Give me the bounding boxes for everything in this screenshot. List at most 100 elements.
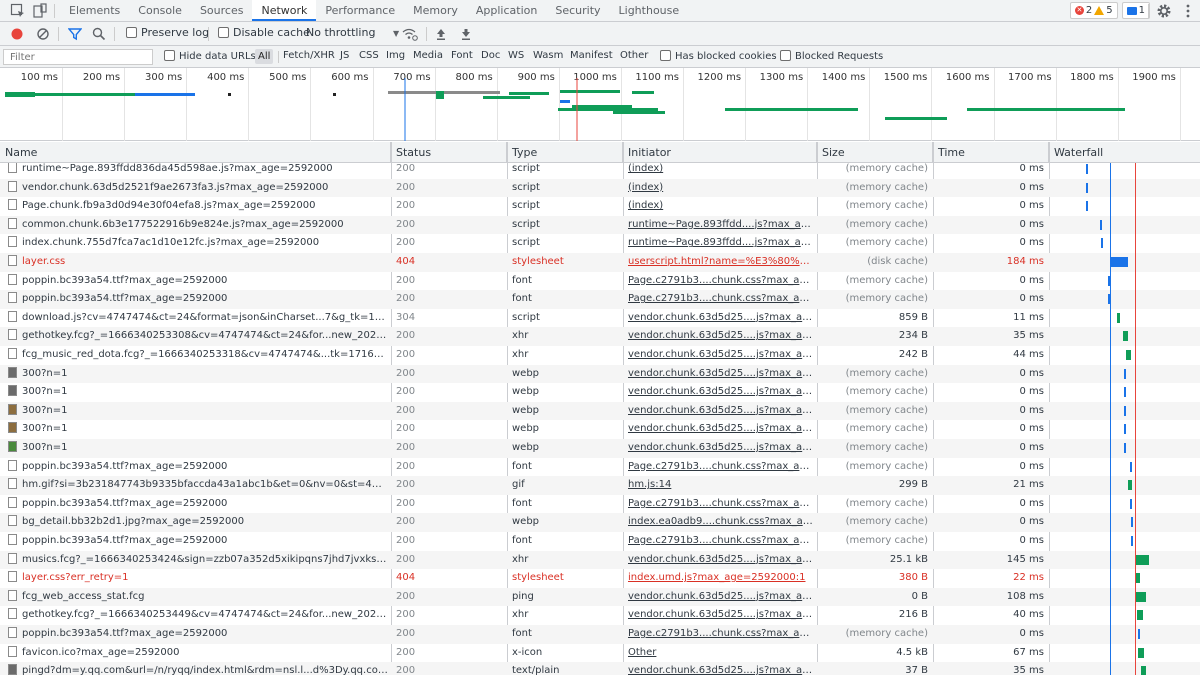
timeline-overview[interactable]: 100 ms 200 ms 300 ms 400 ms 500 ms 600 ms 700 …: [0, 68, 1200, 141]
request-name-cell[interactable]: poppin.bc393a54.ttf?max_age=2592000: [8, 625, 388, 643]
table-row[interactable]: hm.gif?si=3b231847743b9335bfaccda43a1abc…: [0, 476, 1200, 495]
filter-type-fetch-xhr[interactable]: Fetch/XHR: [283, 50, 335, 61]
waterfall-bar[interactable]: [1117, 312, 1120, 323]
table-row[interactable]: musics.fcg?_=1666340253424&sign=zzb07a35…: [0, 550, 1200, 570]
device-toolbar-icon[interactable]: [32, 3, 48, 19]
request-name-cell[interactable]: poppin.bc393a54.ttf?max_age=2592000: [8, 495, 388, 513]
tab-security[interactable]: Security: [546, 0, 609, 21]
request-initiator[interactable]: index.umd.js?max_age=2592000:1: [623, 569, 813, 587]
request-name-cell[interactable]: 300?n=1: [8, 420, 388, 438]
tab-lighthouse[interactable]: Lighthouse: [610, 0, 689, 21]
waterfall-bar[interactable]: [1086, 182, 1088, 193]
request-initiator[interactable]: vendor.chunk.63d5d25....js?max_age=...: [623, 365, 813, 383]
table-row[interactable]: index.chunk.755d7fca7ac1d10e12fc.js?max_…: [0, 234, 1200, 253]
request-name-cell[interactable]: layer.css: [8, 253, 388, 271]
request-name-cell[interactable]: hm.gif?si=3b231847743b9335bfaccda43a1abc…: [8, 476, 388, 494]
request-name-cell[interactable]: 300?n=1: [8, 383, 388, 401]
waterfall-bar[interactable]: [1131, 536, 1133, 546]
table-row[interactable]: pingd?dm=y.qq.com&url=/n/ryqq/index.html…: [0, 662, 1200, 675]
table-row[interactable]: 300?n=1 200 webp vendor.chunk.63d5d25....js…: [0, 439, 1200, 458]
table-row[interactable]: fcg_music_red_dota.fcg?_=1666340253318&c…: [0, 346, 1200, 365]
waterfall-bar[interactable]: [1086, 164, 1088, 174]
table-row[interactable]: Page.chunk.fb9a3d0d94e30f04efa8.js?max_a…: [0, 197, 1200, 216]
request-initiator[interactable]: Page.c2791b3....chunk.css?max_age=2...: [623, 458, 813, 476]
request-initiator[interactable]: vendor.chunk.63d5d25....js?max_age=...: [623, 420, 813, 438]
filter-input[interactable]: [3, 49, 153, 65]
column-header-name[interactable]: Name: [0, 142, 391, 163]
blocked-requests-box[interactable]: [780, 50, 791, 61]
waterfall-bar[interactable]: [1124, 443, 1126, 453]
waterfall-bar[interactable]: [1123, 331, 1128, 342]
filter-type-media[interactable]: Media: [413, 50, 443, 61]
request-initiator[interactable]: index.ea0adb9....chunk.css?max_age=...: [623, 513, 813, 531]
table-row[interactable]: poppin.bc393a54.ttf?max_age=2592000 200 fo…: [0, 290, 1200, 309]
table-row[interactable]: poppin.bc393a54.ttf?max_age=2592000 200 fo…: [0, 458, 1200, 477]
errors-warnings-badge[interactable]: ✕ 2 5: [1069, 2, 1118, 19]
request-name-cell[interactable]: fcg_music_red_dota.fcg?_=1666340253318&c…: [8, 346, 388, 364]
request-name-cell[interactable]: poppin.bc393a54.ttf?max_age=2592000: [8, 272, 388, 290]
table-row[interactable]: common.chunk.6b3e177522916b9e824e.js?max…: [0, 215, 1200, 235]
request-name-cell[interactable]: favicon.ico?max_age=2592000: [8, 644, 388, 662]
disable-cache-box[interactable]: [218, 27, 229, 38]
request-initiator[interactable]: Page.c2791b3....chunk.css?max_age=2...: [623, 495, 813, 513]
request-initiator[interactable]: Page.c2791b3....chunk.css?max_age=2...: [623, 532, 813, 550]
waterfall-bar[interactable]: [1100, 219, 1102, 230]
table-row[interactable]: poppin.bc393a54.ttf?max_age=2592000 200 fo…: [0, 495, 1200, 514]
filter-type-ws[interactable]: WS: [508, 50, 524, 61]
table-row[interactable]: vendor.chunk.63d5d2521f9ae2673fa3.js?max…: [0, 178, 1200, 198]
table-row[interactable]: poppin.bc393a54.ttf?max_age=2592000 200 fo…: [0, 625, 1200, 644]
request-initiator[interactable]: vendor.chunk.63d5d25....js?max_age=...: [623, 402, 813, 420]
has-blocked-cookies-box[interactable]: [660, 50, 671, 61]
request-initiator[interactable]: vendor.chunk.63d5d25....js?max_age=...: [623, 346, 813, 364]
request-name-cell[interactable]: poppin.bc393a54.ttf?max_age=2592000: [8, 532, 388, 550]
request-name-cell[interactable]: runtime~Page.893ffdd836da45d598ae.js?max…: [8, 163, 388, 178]
table-row[interactable]: fcg_web_access_stat.fcg 200 ping vendor.chu…: [0, 587, 1200, 607]
settings-gear-icon[interactable]: [1156, 3, 1172, 19]
table-row[interactable]: poppin.bc393a54.ttf?max_age=2592000 200 fo…: [0, 272, 1200, 291]
table-row[interactable]: gethotkey.fcg?_=1666340253449&cv=4747474…: [0, 606, 1200, 625]
inspect-element-icon[interactable]: [10, 3, 26, 19]
request-table-body[interactable]: runtime~Page.893ffdd836da45d598ae.js?max…: [0, 163, 1200, 675]
request-name-cell[interactable]: vendor.chunk.63d5d2521f9ae2673fa3.js?max…: [8, 179, 388, 197]
hide-data-urls-checkbox[interactable]: Hide data URLs: [164, 50, 256, 62]
table-row[interactable]: download.js?cv=4747474&ct=24&format=json…: [0, 309, 1200, 328]
preserve-log-checkbox[interactable]: Preserve log: [126, 26, 209, 39]
request-name-cell[interactable]: fcg_web_access_stat.fcg: [8, 588, 388, 606]
waterfall-bar[interactable]: [1130, 498, 1132, 509]
table-row[interactable]: layer.css?err_retry=1 404 stylesheet index.…: [0, 569, 1200, 588]
request-initiator[interactable]: vendor.chunk.63d5d25....js?max_age=...: [623, 551, 813, 569]
request-name-cell[interactable]: gethotkey.fcg?_=1666340253308&cv=4747474…: [8, 327, 388, 345]
export-har-download-icon[interactable]: [460, 27, 472, 41]
tab-application[interactable]: Application: [467, 0, 546, 21]
request-name-cell[interactable]: 300?n=1: [8, 402, 388, 420]
filter-type-css[interactable]: CSS: [359, 50, 379, 61]
request-initiator[interactable]: Page.c2791b3....chunk.css?max_age=2...: [623, 290, 813, 308]
request-initiator[interactable]: vendor.chunk.63d5d25....js?max_age=...: [623, 588, 813, 606]
request-name-cell[interactable]: gethotkey.fcg?_=1666340253449&cv=4747474…: [8, 606, 388, 624]
tab-network[interactable]: Network: [252, 0, 317, 21]
network-conditions-wifi-icon[interactable]: [402, 27, 418, 41]
request-name-cell[interactable]: bg_detail.bb32b2d1.jpg?max_age=2592000: [8, 513, 388, 531]
record-icon[interactable]: [10, 27, 24, 41]
import-har-upload-icon[interactable]: [435, 27, 447, 41]
request-name-cell[interactable]: 300?n=1: [8, 439, 388, 457]
request-name-cell[interactable]: layer.css?err_retry=1: [8, 569, 388, 587]
request-initiator[interactable]: Page.c2791b3....chunk.css?max_age=2...: [623, 272, 813, 290]
column-header-size[interactable]: Size: [817, 142, 933, 163]
waterfall-bar[interactable]: [1136, 591, 1146, 602]
more-options-icon[interactable]: [1180, 3, 1196, 19]
request-name-cell[interactable]: 300?n=1: [8, 365, 388, 383]
request-initiator[interactable]: vendor.chunk.63d5d25....js?max_age=...: [623, 327, 813, 345]
tab-console[interactable]: Console: [129, 0, 191, 21]
hide-data-urls-box[interactable]: [164, 50, 175, 61]
column-header-time[interactable]: Time: [933, 142, 1049, 163]
request-initiator[interactable]: runtime~Page.893ffdd....js?max_age=...: [623, 234, 813, 252]
waterfall-bar[interactable]: [1137, 610, 1143, 621]
waterfall-bar[interactable]: [1126, 350, 1131, 360]
filter-type-manifest[interactable]: Manifest: [570, 50, 613, 61]
waterfall-bar[interactable]: [1124, 368, 1126, 379]
table-row[interactable]: bg_detail.bb32b2d1.jpg?max_age=2592000 20…: [0, 513, 1200, 532]
column-header-status[interactable]: Status: [391, 142, 507, 163]
request-initiator[interactable]: vendor.chunk.63d5d25....js?max_age=...: [623, 606, 813, 624]
tab-sources[interactable]: Sources: [191, 0, 253, 21]
